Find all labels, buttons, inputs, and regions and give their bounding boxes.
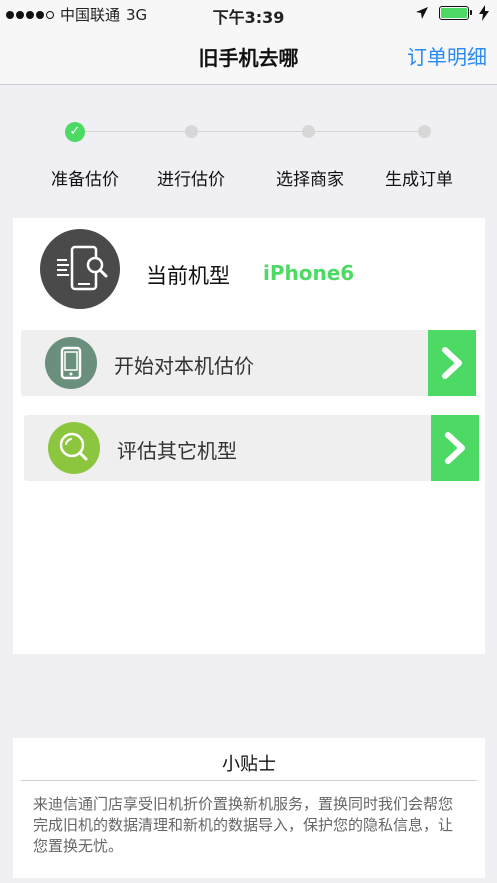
step-dot bbox=[418, 125, 431, 138]
chevron-right-icon[interactable] bbox=[428, 330, 476, 396]
search-icon bbox=[48, 422, 100, 474]
progress-steps: ✓ 准备估价 进行估价 选择商家 生成订单 bbox=[0, 110, 497, 200]
current-model-value: iPhone6 bbox=[263, 261, 355, 285]
option-label: 开始对本机估价 bbox=[114, 354, 254, 378]
phone-icon bbox=[45, 337, 97, 389]
battery-icon bbox=[439, 6, 472, 20]
step-connector bbox=[198, 131, 302, 132]
step-label: 准备估价 bbox=[51, 170, 119, 190]
step-label: 选择商家 bbox=[276, 170, 344, 190]
status-right bbox=[415, 5, 489, 21]
step-connector bbox=[315, 131, 418, 132]
current-model-label: 当前机型 bbox=[146, 264, 230, 288]
navigation-bar: 旧手机去哪 订单明细 bbox=[0, 28, 497, 85]
divider bbox=[21, 780, 477, 781]
charging-icon bbox=[479, 5, 489, 21]
tips-title: 小贴士 bbox=[222, 754, 276, 775]
tips-text: 来迪信通门店享受旧机折价置换新机服务，置换同时我们会帮您完成旧机的数据清理和新机… bbox=[33, 795, 454, 855]
evaluate-this-phone-button[interactable]: 开始对本机估价 bbox=[21, 330, 476, 396]
step-connector bbox=[85, 131, 190, 132]
tips-panel: 小贴士 来迪信通门店享受旧机折价置换新机服务，置换同时我们会帮您完成旧机的数据清… bbox=[13, 738, 485, 878]
evaluate-other-model-button[interactable]: 评估其它机型 bbox=[24, 415, 479, 481]
step-dot bbox=[185, 125, 198, 138]
status-bar: 中国联通 3G 下午3:39 bbox=[0, 0, 497, 28]
order-details-button[interactable]: 订单明细 bbox=[407, 41, 487, 70]
location-arrow-icon bbox=[416, 7, 428, 19]
option-label: 评估其它机型 bbox=[117, 439, 237, 463]
step-dot bbox=[302, 125, 315, 138]
step-label: 进行估价 bbox=[157, 170, 225, 190]
step-label: 生成订单 bbox=[385, 170, 453, 190]
phone-search-icon bbox=[40, 229, 120, 309]
step-done-check-icon: ✓ bbox=[65, 122, 85, 142]
chevron-right-icon[interactable] bbox=[431, 415, 479, 481]
evaluation-card: 当前机型 iPhone6 开始对本机估价 评估其它机型 bbox=[13, 218, 485, 654]
